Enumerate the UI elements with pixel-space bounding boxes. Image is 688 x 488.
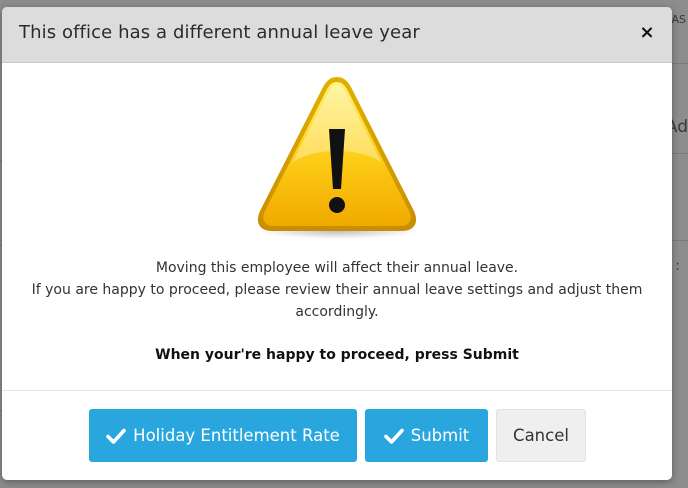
submit-label: Submit bbox=[410, 426, 470, 445]
leave-year-dialog: This office has a different annual leave… bbox=[2, 7, 672, 480]
cancel-button[interactable]: Cancel bbox=[496, 409, 586, 462]
close-icon[interactable]: × bbox=[638, 23, 656, 43]
warning-triangle-icon bbox=[252, 71, 422, 241]
background-text-fragment: AS bbox=[671, 13, 686, 26]
background-divider bbox=[672, 240, 688, 241]
message-line: accordingly. bbox=[295, 304, 379, 320]
dialog-header: This office has a different annual leave… bbox=[2, 7, 672, 63]
holiday-entitlement-rate-label: Holiday Entitlement Rate bbox=[133, 426, 340, 445]
dialog-message: Moving this employee will affect their a… bbox=[2, 257, 672, 323]
background-divider bbox=[672, 63, 688, 64]
footer-divider bbox=[2, 390, 672, 391]
message-line: If you are happy to proceed, please revi… bbox=[31, 282, 643, 298]
dialog-instruction: When your're happy to proceed, press Sub… bbox=[155, 347, 519, 363]
background-divider bbox=[672, 153, 688, 154]
message-line: Moving this employee will affect their a… bbox=[155, 260, 519, 276]
dialog-title: This office has a different annual leave… bbox=[19, 22, 420, 43]
background-text-fragment: : bbox=[675, 258, 680, 274]
check-icon bbox=[383, 426, 404, 446]
check-icon bbox=[106, 426, 126, 446]
holiday-entitlement-rate-button[interactable]: Holiday Entitlement Rate bbox=[89, 409, 357, 462]
cancel-label: Cancel bbox=[513, 426, 569, 445]
submit-button[interactable]: Submit bbox=[365, 409, 488, 462]
